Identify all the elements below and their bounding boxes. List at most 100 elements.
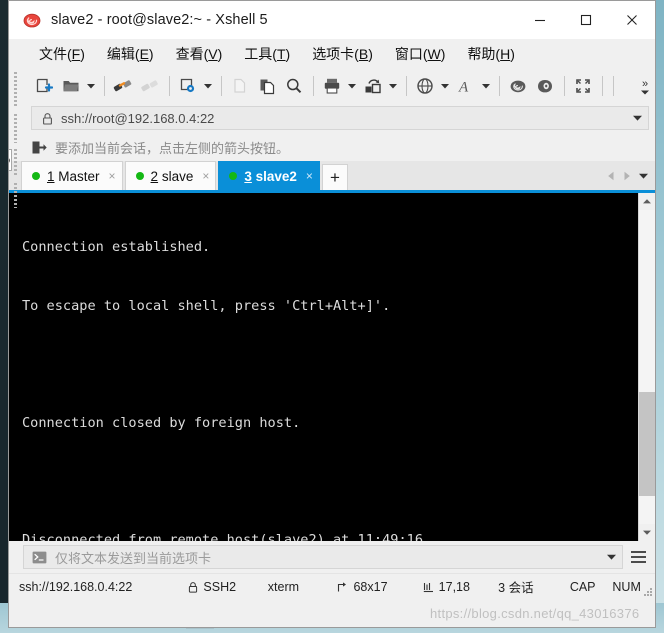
- chevron-down-icon[interactable]: [600, 554, 622, 560]
- copy-icon: [227, 73, 253, 99]
- tab-master[interactable]: 1 Master ×: [21, 161, 123, 190]
- window-controls: [517, 1, 655, 39]
- panel-grip[interactable]: [13, 182, 17, 209]
- scroll-up-icon[interactable]: [639, 193, 655, 210]
- chevron-right-icon[interactable]: [619, 166, 635, 186]
- terminal-line: Connection closed by foreign host.: [22, 414, 301, 431]
- hamburger-icon[interactable]: [625, 544, 651, 570]
- chevron-down-icon[interactable]: [635, 166, 651, 186]
- tab-close-icon[interactable]: ×: [109, 170, 116, 182]
- status-host: ssh://192.168.0.4:22: [19, 579, 133, 594]
- status-protocol: SSH2: [188, 580, 267, 594]
- open-folder-icon[interactable]: [58, 73, 84, 99]
- menu-item-tools[interactable]: 工具(T): [236, 41, 298, 67]
- tab-slave[interactable]: 2 slave ×: [124, 161, 217, 190]
- tab-slave2[interactable]: 3 slave2 ×: [218, 161, 320, 190]
- tab-label: 2 slave: [150, 168, 194, 184]
- xshell-window: slave2 - root@slave2:~ - Xshell 5 文件(F) …: [8, 0, 656, 628]
- menu-item-view[interactable]: 查看(V): [168, 41, 231, 67]
- toolbar-separator: [406, 76, 407, 96]
- maximize-button[interactable]: [563, 1, 609, 39]
- toolbar-overflow-label: »: [641, 77, 649, 90]
- window-title: slave2 - root@slave2:~ - Xshell 5: [51, 12, 268, 28]
- terminal-scrollbar[interactable]: [638, 193, 655, 541]
- toolbar-separator: [499, 76, 500, 96]
- toolbar-separator: [104, 76, 105, 96]
- open-folder-dropdown-icon[interactable]: [85, 73, 96, 99]
- menu-item-edit[interactable]: 编辑(E): [99, 41, 162, 67]
- sidebar-collapsed-strip[interactable]: [9, 69, 21, 211]
- toolbar-separator: [613, 76, 614, 96]
- panel-grip[interactable]: [13, 149, 17, 177]
- lock-icon: [42, 112, 53, 125]
- menu-item-file[interactable]: 文件(F): [31, 41, 93, 67]
- globe-icon[interactable]: [412, 73, 438, 99]
- shell-icon[interactable]: [505, 73, 531, 99]
- menu-bar: 文件(F) 编辑(E) 查看(V) 工具(T) 选项卡(B) 窗口(W) 帮助(…: [9, 39, 655, 69]
- menu-item-window[interactable]: 窗口(W): [387, 41, 454, 67]
- send-command-row: 仅将文本发送到当前选项卡: [9, 541, 655, 573]
- find-icon[interactable]: [281, 73, 307, 99]
- session-properties-dropdown-icon[interactable]: [202, 73, 213, 99]
- font-icon[interactable]: A: [453, 73, 479, 99]
- minimize-button[interactable]: [517, 1, 563, 39]
- print-icon[interactable]: [319, 73, 345, 99]
- address-input[interactable]: ssh://root@192.168.0.4:22: [31, 106, 649, 130]
- terminal-output[interactable]: Connection established. To escape to loc…: [20, 193, 638, 541]
- info-bar-text: 要添加当前会话，点击左侧的箭头按钮。: [55, 140, 290, 156]
- add-session-icon[interactable]: [31, 140, 47, 155]
- paste-icon[interactable]: [254, 73, 280, 99]
- info-bar: 要添加当前会话，点击左侧的箭头按钮。: [9, 133, 655, 161]
- session-properties-icon[interactable]: [175, 73, 201, 99]
- font-dropdown-icon[interactable]: [480, 73, 491, 99]
- toolbar: A »: [9, 69, 655, 103]
- toolbar-separator: [602, 76, 603, 96]
- toolbar-overflow-button[interactable]: »: [637, 69, 653, 103]
- panel-grip[interactable]: [13, 114, 17, 144]
- scroll-down-icon[interactable]: [639, 524, 655, 541]
- status-session-count: 3 会话: [498, 581, 534, 595]
- resize-grip[interactable]: [641, 585, 653, 597]
- print-dropdown-icon[interactable]: [346, 73, 357, 99]
- panel-grip[interactable]: [13, 72, 17, 109]
- tab-label: 3 slave2: [244, 168, 297, 184]
- send-command-input[interactable]: 仅将文本发送到当前选项卡: [23, 545, 623, 569]
- chevron-down-icon[interactable]: [626, 115, 648, 121]
- svg-text:A: A: [458, 80, 469, 96]
- fullscreen-icon[interactable]: [570, 73, 596, 99]
- scrollbar-thumb[interactable]: [639, 392, 655, 496]
- tab-status-dot: [135, 172, 144, 180]
- tab-status-dot: [229, 172, 238, 180]
- address-value: ssh://root@192.168.0.4:22: [61, 110, 215, 126]
- menu-item-tabs[interactable]: 选项卡(B): [304, 41, 381, 67]
- status-bar: ssh://192.168.0.4:22 SSH2 xterm 68x17 17…: [9, 573, 655, 599]
- status-caps: CAP: [569, 579, 596, 594]
- lock-icon: [188, 581, 198, 593]
- toolbar-separator: [221, 76, 222, 96]
- sidebar-session-manager-tab[interactable]: [9, 149, 12, 171]
- menu-item-help[interactable]: 帮助(H): [459, 41, 522, 67]
- toolbar-separator: [169, 76, 170, 96]
- connect-plug-icon[interactable]: [110, 73, 136, 99]
- new-session-icon[interactable]: [31, 73, 57, 99]
- cursor-pos-icon: [423, 581, 434, 593]
- new-tab-button[interactable]: +: [321, 164, 348, 190]
- resize-icon: [337, 581, 348, 593]
- close-button[interactable]: [609, 1, 655, 39]
- file-transfer-dropdown-icon[interactable]: [387, 73, 398, 99]
- file-transfer-icon[interactable]: [360, 73, 386, 99]
- toolbar-separator: [313, 76, 314, 96]
- shell-alt-icon[interactable]: [532, 73, 558, 99]
- send-command-placeholder: 仅将文本发送到当前选项卡: [55, 550, 212, 566]
- tab-close-icon[interactable]: ×: [202, 170, 209, 182]
- tab-close-icon[interactable]: ×: [306, 170, 313, 182]
- status-cursor-position: 17,18: [423, 580, 499, 594]
- address-bar-row: ssh://root@192.168.0.4:22: [9, 103, 655, 133]
- scrollbar-track[interactable]: [639, 210, 655, 524]
- chevron-left-icon[interactable]: [603, 166, 619, 186]
- xshell-shell-icon: [23, 11, 41, 29]
- globe-dropdown-icon[interactable]: [439, 73, 450, 99]
- terminal-line: Disconnected from remote host(slave2) at…: [22, 531, 432, 542]
